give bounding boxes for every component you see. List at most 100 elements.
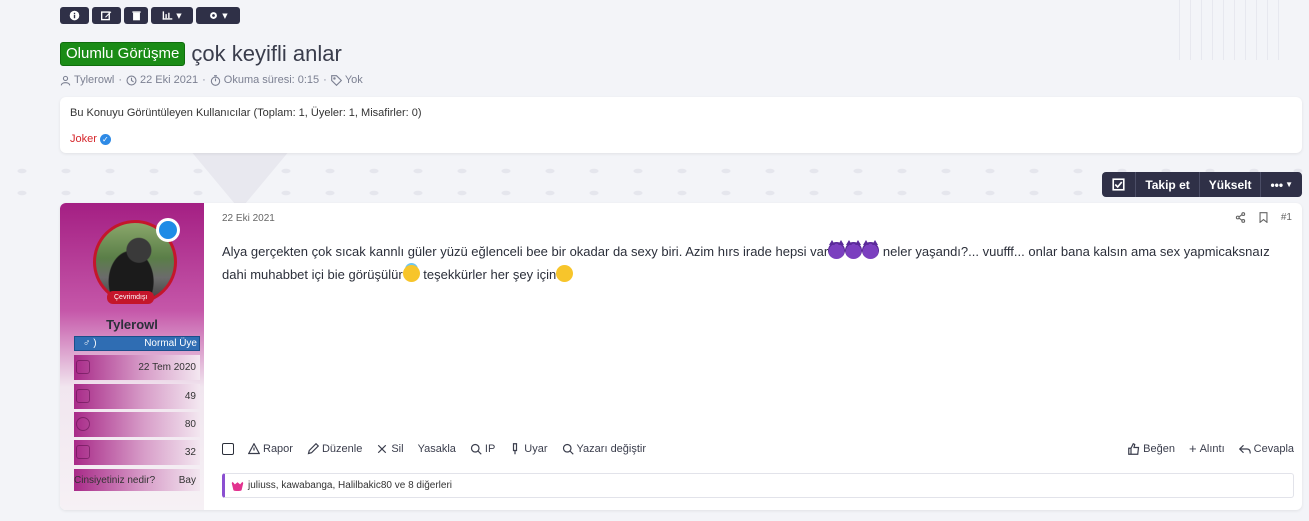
user-badge-icon (156, 218, 180, 242)
devil-emoji-icon (828, 240, 846, 259)
chevron-down-icon: ▼ (222, 11, 228, 20)
follow-button[interactable]: Takip et (1135, 172, 1198, 197)
devil-emoji-icon (845, 240, 863, 259)
status-badge: Çevrimdışı (107, 291, 155, 304)
checkbox-icon (1112, 178, 1125, 191)
thread-tags: Yok (344, 74, 363, 86)
read-time: Okuma süresi: 0:15 (223, 74, 320, 86)
wink-emoji-icon (556, 265, 574, 282)
pencil-icon (307, 442, 319, 454)
meta-separator: · (323, 74, 327, 86)
thread-author[interactable]: Tylerowl (74, 74, 114, 86)
chevron-down-icon: ▼ (1285, 180, 1293, 189)
custom-field-question: Cinsiyetiniz nedir? (74, 474, 156, 486)
ban-button[interactable]: Yasakla (418, 443, 456, 455)
change-author-label: Yazarı değiştir (576, 442, 647, 455)
bookmark-icon[interactable] (1258, 212, 1269, 223)
ip-button[interactable]: IP (470, 443, 495, 455)
gender-icon: ♂ ) (83, 338, 97, 349)
post-date[interactable]: 22 Eki 2021 (222, 213, 275, 224)
thread-title: çok keyifli anlar (191, 41, 342, 66)
verified-check-icon: ✓ (99, 133, 111, 145)
share-icon[interactable] (1235, 212, 1246, 223)
viewer-username[interactable]: Joker (70, 133, 97, 145)
reply-icon (1238, 444, 1251, 454)
post-body: Alya gerçekten çok sıcak kannlı güler yü… (222, 240, 1282, 286)
info-button[interactable] (60, 7, 89, 24)
tag-icon (330, 74, 342, 86)
reply-button[interactable]: Cevapla (1238, 442, 1294, 455)
quote-button[interactable]: + Alıntı (1189, 441, 1225, 456)
like-button[interactable]: Beğen (1128, 442, 1175, 455)
delete-post-button[interactable]: Sil (376, 442, 404, 455)
trophy-icon (76, 445, 90, 459)
report-label: Rapor (263, 442, 293, 455)
user-points-count: 32 (184, 447, 196, 458)
thread-date[interactable]: 22 Eki 2021 (140, 74, 198, 86)
background-triangle (190, 150, 290, 210)
poll-dropdown-button[interactable]: ▼ (151, 7, 193, 24)
ellipsis-icon: ••• (1270, 177, 1284, 192)
edit-thread-button[interactable] (92, 7, 121, 24)
info-icon (69, 10, 80, 21)
stopwatch-icon (210, 74, 220, 86)
reactions-bar[interactable]: juliuss, kawabanga, Halilbakic80 ve 8 di… (222, 473, 1294, 498)
user-points-stat: 32 (74, 440, 200, 465)
post-text-part3: teşekkürler her şey için (419, 267, 557, 282)
warn-button[interactable]: Uyar (509, 442, 548, 455)
search-icon (562, 443, 574, 455)
clock-icon (126, 74, 137, 86)
post-tools: #1 (1235, 212, 1292, 223)
post-number[interactable]: #1 (1281, 212, 1292, 223)
thread-toolbar: ▼ ▼ (60, 7, 240, 24)
post-user-sidebar: Çevrimdışı Tylerowl ♂ ) Normal Üye 22 Te… (60, 203, 204, 510)
edit-icon (101, 11, 112, 21)
user-messages-count: 49 (184, 391, 196, 402)
user-icon (60, 75, 71, 85)
report-button[interactable]: Rapor (248, 442, 293, 455)
trash-icon (131, 11, 141, 21)
ban-label: Yasakla (417, 442, 456, 455)
close-icon (378, 444, 387, 453)
viewer-user-link[interactable]: Joker ✓ (70, 133, 111, 145)
delete-label: Sil (391, 442, 404, 455)
user-reactions-count: 80 (184, 419, 196, 430)
thread-prefix-badge[interactable]: Olumlu Görüşme (60, 42, 186, 66)
chart-icon (162, 11, 173, 20)
settings-dropdown-button[interactable]: ▼ (196, 7, 240, 24)
user-joined-date: 22 Tem 2020 (138, 362, 196, 373)
post-footer: Rapor Düzenle Sil Yasakla IP Uyar Yazarı… (222, 441, 1294, 456)
change-author-button[interactable]: Yazarı değiştir (562, 442, 647, 455)
custom-field-answer: Bay (178, 474, 196, 486)
bump-button[interactable]: Yükselt (1198, 172, 1261, 197)
post-username[interactable]: Tylerowl (60, 317, 204, 332)
user-joined-stat: 22 Tem 2020 (74, 355, 200, 380)
chevron-down-icon: ▼ (176, 11, 182, 20)
home-icon (76, 360, 90, 374)
user-reactions-stat: 80 (74, 412, 200, 437)
quote-label: Alıntı (1199, 442, 1225, 455)
warn-label: Uyar (524, 442, 548, 455)
flag-icon (513, 442, 518, 454)
reply-label: Cevapla (1253, 442, 1294, 455)
select-thread-button[interactable] (1102, 172, 1135, 197)
warning-icon (248, 442, 260, 454)
plus-icon: + (1188, 441, 1197, 456)
user-rank: Normal Üye (144, 338, 197, 349)
more-options-button[interactable]: ••• ▼ (1260, 172, 1302, 197)
ip-label: IP (484, 442, 496, 455)
reaction-icon (76, 417, 90, 431)
bunny-reaction-icon (231, 479, 244, 492)
user-messages-stat: 49 (74, 384, 200, 409)
reactions-users[interactable]: juliuss, kawabanga, Halilbakic80 ve 8 di… (248, 480, 452, 491)
edit-label: Düzenle (321, 442, 363, 455)
delete-thread-button[interactable] (124, 7, 148, 24)
angel-emoji-icon (402, 265, 420, 282)
select-post-checkbox[interactable] (222, 442, 234, 455)
message-icon (76, 389, 90, 403)
edit-post-button[interactable]: Düzenle (307, 442, 363, 455)
post-message: Çevrimdışı Tylerowl ♂ ) Normal Üye 22 Te… (60, 203, 1302, 510)
like-label: Beğen (1143, 442, 1175, 455)
meta-separator: · (202, 74, 206, 86)
thread-viewers-box: Bu Konuyu Görüntüleyen Kullanıcılar (Top… (60, 97, 1302, 153)
